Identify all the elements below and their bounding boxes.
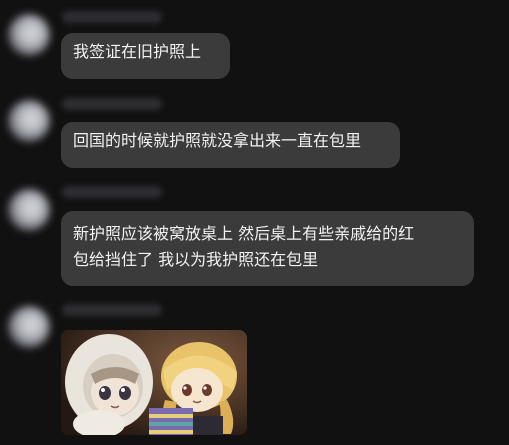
sender-name (62, 186, 162, 198)
message-bubble[interactable]: 我签证在旧护照上 (61, 33, 230, 79)
photo-message[interactable] (61, 330, 247, 435)
avatar[interactable] (8, 100, 50, 142)
message-bubble[interactable]: 新护照应该被窝放桌上 然后桌上有些亲戚给的红 包给挡住了 我以为我护照还在包里 (61, 211, 474, 286)
message-bubble[interactable]: 回国的时候就护照就没拿出来一直在包里 (61, 122, 400, 168)
sender-name (62, 98, 162, 110)
plush-dolls-photo-icon (61, 330, 247, 435)
avatar[interactable] (8, 14, 50, 56)
avatar[interactable] (8, 306, 50, 348)
sender-name (62, 11, 162, 23)
sender-name (62, 304, 162, 316)
avatar[interactable] (8, 189, 50, 231)
